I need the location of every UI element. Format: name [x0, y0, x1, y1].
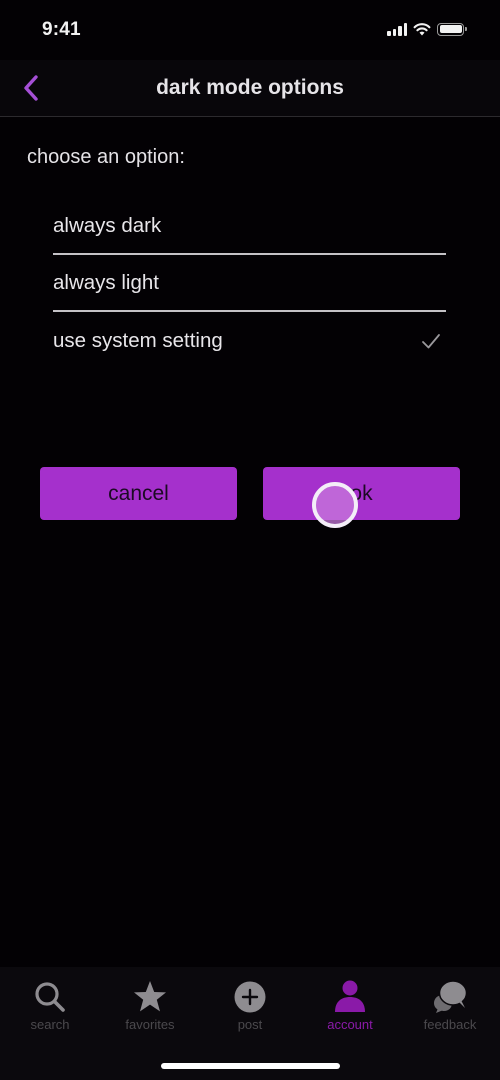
option-label: always light: [53, 270, 159, 294]
tab-label: search: [30, 1017, 70, 1032]
tab-label: post: [237, 1017, 263, 1032]
chat-bubbles-icon: [432, 979, 468, 1015]
search-icon: [32, 979, 68, 1015]
tab-post[interactable]: post: [200, 967, 300, 1037]
person-icon: [332, 979, 368, 1015]
page-title: dark mode options: [156, 76, 344, 99]
checkmark-icon: [422, 333, 440, 348]
wifi-icon: [413, 23, 431, 36]
option-label: use system setting: [53, 328, 223, 352]
cancel-button[interactable]: cancel: [40, 467, 237, 520]
ok-button[interactable]: ok: [263, 467, 460, 520]
tab-feedback[interactable]: feedback: [400, 967, 500, 1037]
battery-icon: [437, 22, 467, 36]
star-icon: [132, 979, 168, 1015]
status-bar: 9:41: [0, 0, 500, 60]
option-always-light[interactable]: always light: [53, 255, 446, 312]
tab-label: favorites: [125, 1017, 175, 1032]
navigation-bar: dark mode options: [0, 60, 500, 117]
prompt-label: choose an option:: [27, 146, 185, 168]
home-indicator[interactable]: [161, 1063, 340, 1069]
tab-favorites[interactable]: favorites: [100, 967, 200, 1037]
status-icons: [387, 22, 467, 36]
cellular-signal-icon: [387, 22, 407, 36]
option-use-system-setting[interactable]: use system setting: [53, 312, 446, 369]
tab-search[interactable]: search: [0, 967, 100, 1037]
status-time: 9:41: [42, 19, 81, 40]
option-label: always dark: [53, 213, 162, 237]
tab-account[interactable]: account: [300, 967, 400, 1037]
tab-label: account: [327, 1017, 373, 1032]
option-always-dark[interactable]: always dark: [53, 198, 446, 255]
tab-label: feedback: [423, 1017, 477, 1032]
plus-circle-icon: [232, 979, 268, 1015]
